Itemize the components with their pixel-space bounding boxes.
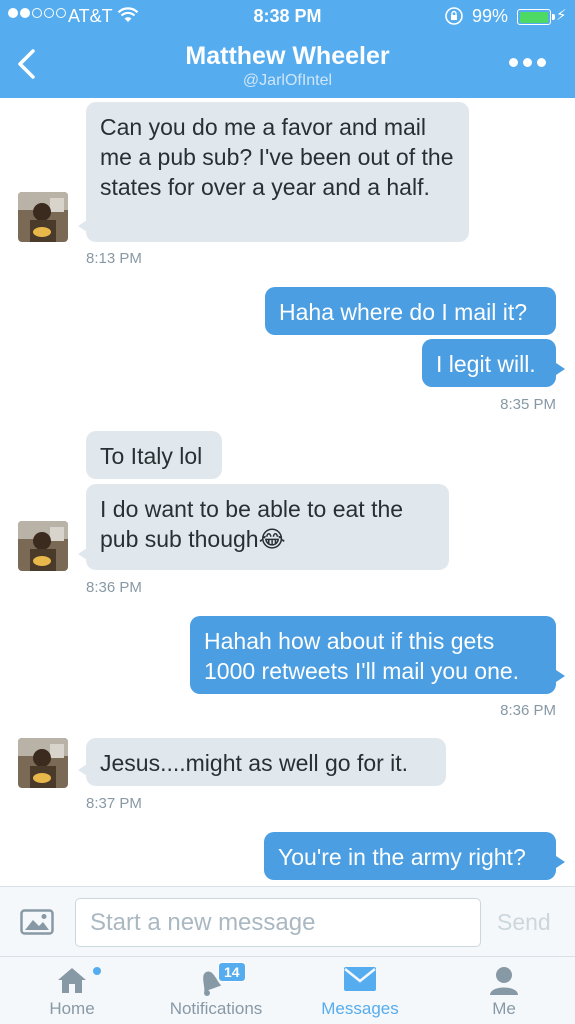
charging-icon: ⚡ xyxy=(556,7,567,24)
battery-percent: 99% xyxy=(472,6,509,26)
header: AT&T 8:38 PM 99% ⚡ Matthew Wheeler @Jarl… xyxy=(0,0,575,98)
tab-label: Notifications xyxy=(169,999,263,1018)
orientation-lock-icon xyxy=(444,6,464,31)
tab-bar: Home 14 Notifications Messages Me xyxy=(0,956,575,1024)
message-text: Can you do me a favor and mail me a pub … xyxy=(100,114,454,200)
message-timestamp: 8:36 PM xyxy=(500,702,556,719)
conversation-title[interactable]: Matthew Wheeler xyxy=(0,42,575,71)
incoming-message[interactable]: To Italy lol xyxy=(86,431,222,479)
tab-label: Home xyxy=(49,999,95,1018)
person-icon xyxy=(488,965,520,1002)
more-dot-icon xyxy=(523,58,532,67)
message-text: To Italy lol xyxy=(100,443,203,469)
incoming-message[interactable]: Can you do me a favor and mail me a pub … xyxy=(78,102,469,242)
tab-label: Me xyxy=(492,999,516,1018)
avatar[interactable] xyxy=(18,192,68,242)
message-text: Haha where do I mail it? xyxy=(279,299,528,325)
message-timestamp: 8:36 PM xyxy=(86,579,142,596)
message-text: You're in the army right? xyxy=(278,844,526,870)
avatar[interactable] xyxy=(18,738,68,788)
add-photo-button[interactable] xyxy=(20,909,54,940)
battery-icon xyxy=(517,9,555,25)
message-timestamp: 8:37 PM xyxy=(86,795,142,812)
notifications-badge: 14 xyxy=(218,962,246,982)
tab-messages[interactable]: Messages xyxy=(306,957,414,1024)
incoming-message[interactable]: Jesus....might as well go for it. xyxy=(78,738,446,786)
send-button[interactable]: Send xyxy=(497,909,551,936)
tab-label: Messages xyxy=(321,999,399,1018)
message-input[interactable] xyxy=(75,898,481,947)
message-thread[interactable]: Can you do me a favor and mail me a pub … xyxy=(0,98,575,886)
message-timestamp: 8:13 PM xyxy=(86,250,142,267)
unread-dot xyxy=(93,967,101,975)
message-timestamp: 8:35 PM xyxy=(500,396,556,413)
message-text: I do want to be able to eat the pub sub … xyxy=(100,496,404,552)
conversation-handle: @JarlOfIntel xyxy=(242,72,333,89)
tab-me[interactable]: Me xyxy=(454,957,554,1024)
incoming-message[interactable]: I do want to be able to eat the pub sub … xyxy=(78,484,449,570)
message-text: Jesus....might as well go for it. xyxy=(100,750,409,776)
outgoing-message[interactable]: I legit will. xyxy=(422,339,565,387)
avatar[interactable] xyxy=(18,521,68,571)
tab-home[interactable]: Home xyxy=(20,957,124,1024)
more-options-button[interactable] xyxy=(509,58,546,67)
message-composer: Send xyxy=(0,886,575,956)
envelope-icon xyxy=(343,965,377,998)
outgoing-message[interactable]: Hahah how about if this gets 1000 retwee… xyxy=(190,616,565,694)
home-icon xyxy=(56,965,88,1000)
message-text: I legit will. xyxy=(436,351,536,377)
outgoing-message[interactable]: Haha where do I mail it? xyxy=(265,287,556,335)
status-bar: AT&T 8:38 PM 99% ⚡ xyxy=(0,0,575,34)
tab-notifications[interactable]: 14 Notifications xyxy=(160,957,272,1024)
more-dot-icon xyxy=(537,58,546,67)
message-text: Hahah how about if this gets 1000 retwee… xyxy=(204,628,520,684)
image-icon xyxy=(20,909,54,935)
more-dot-icon xyxy=(509,58,518,67)
outgoing-message[interactable]: You're in the army right? xyxy=(264,832,565,880)
